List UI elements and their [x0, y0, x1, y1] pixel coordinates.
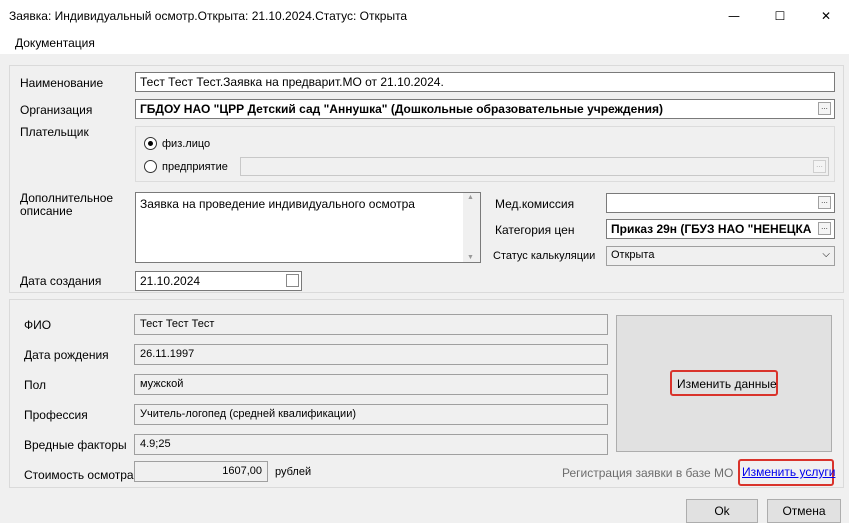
calc-status-value: Открыта [611, 249, 655, 261]
medcom-browse-button[interactable]: ... [818, 196, 831, 209]
maximize-button[interactable]: ☐ [757, 0, 803, 32]
scroll-up-icon[interactable]: ▲ [467, 194, 474, 201]
company-browse-button: ... [813, 160, 826, 173]
menu-bar: Документация [0, 32, 849, 54]
ok-button[interactable]: Ok [686, 499, 758, 523]
fio-field: Тест Тест Тест [134, 314, 608, 335]
hazards-field: 4.9;25 [134, 434, 608, 455]
price-category-field[interactable]: Приказ 29н (ГБУЗ НАО "НЕНЕЦКА [606, 219, 835, 239]
cost-label: Стоимость осмотра [24, 468, 134, 482]
profession-label: Профессия [24, 408, 88, 422]
payer-company-label[interactable]: предприятие [162, 161, 228, 173]
close-button[interactable]: ✕ [803, 0, 849, 32]
chevron-down-icon: ⌵ [822, 249, 830, 260]
calc-status-label: Статус калькуляции [493, 250, 596, 262]
hazards-label: Вредные факторы [24, 438, 127, 452]
birth-date-field: 26.11.1997 [134, 344, 608, 365]
organization-label: Организация [20, 103, 93, 117]
gender-field: мужской [134, 374, 608, 395]
payer-label: Плательщик [20, 125, 89, 139]
payer-individual-label[interactable]: физ.лицо [162, 138, 210, 150]
close-icon: ✕ [820, 9, 832, 23]
cost-field: 1607,00 [134, 461, 268, 482]
description-label: Дополнительное описание [20, 191, 114, 218]
description-value: Заявка на проведение индивидуального осм… [140, 197, 415, 211]
cancel-button[interactable]: Отмена [767, 499, 841, 523]
calendar-icon[interactable] [286, 274, 299, 287]
created-date-value: 21.10.2024 [140, 274, 201, 288]
cost-unit: рублей [275, 466, 312, 478]
payer-individual-radio[interactable] [144, 137, 157, 150]
fio-label: ФИО [24, 318, 52, 332]
name-label: Наименование [20, 76, 104, 90]
name-field[interactable]: Тест Тест Тест.Заявка на предварит.МО от… [135, 72, 835, 92]
price-category-browse-button[interactable]: ... [818, 222, 831, 235]
registration-text: Регистрация заявки в базе МО [562, 466, 734, 480]
minimize-icon: — [728, 9, 740, 23]
organization-browse-button[interactable]: ... [818, 102, 831, 115]
menu-item-documentation[interactable]: Документация [15, 36, 95, 50]
organization-field[interactable]: ГБДОУ НАО "ЦРР Детский сад "Аннушка" (До… [135, 99, 835, 119]
price-category-value: Приказ 29н (ГБУЗ НАО "НЕНЕЦКА [611, 222, 812, 236]
medcom-label: Мед.комиссия [495, 197, 575, 211]
window-title: Заявка: Индивидуальный осмотр.Открыта: 2… [9, 9, 408, 23]
maximize-icon: ☐ [774, 9, 786, 23]
created-date-field[interactable]: 21.10.2024 [135, 271, 302, 291]
title-bar: Заявка: Индивидуальный осмотр.Открыта: 2… [0, 0, 849, 32]
organization-value: ГБДОУ НАО "ЦРР Детский сад "Аннушка" (До… [140, 102, 663, 116]
payer-company-radio[interactable] [144, 160, 157, 173]
minimize-button[interactable]: — [711, 0, 757, 32]
created-date-label: Дата создания [20, 274, 102, 288]
change-data-button[interactable]: Изменить данные [677, 377, 777, 391]
description-field[interactable]: Заявка на проведение индивидуального осм… [135, 192, 481, 263]
calc-status-select[interactable]: Открыта ⌵ [606, 246, 835, 266]
profession-field: Учитель-логопед (средней квалификации) [134, 404, 608, 425]
change-services-link[interactable]: Изменить услуги [742, 465, 835, 479]
price-category-label: Категория цен [495, 223, 575, 237]
birth-date-label: Дата рождения [24, 348, 109, 362]
scroll-down-icon[interactable]: ▼ [467, 254, 474, 261]
gender-label: Пол [24, 378, 47, 392]
description-scrollbar[interactable]: ▲ ▼ [463, 193, 480, 262]
medcom-field[interactable] [606, 193, 835, 213]
company-field [240, 157, 829, 176]
